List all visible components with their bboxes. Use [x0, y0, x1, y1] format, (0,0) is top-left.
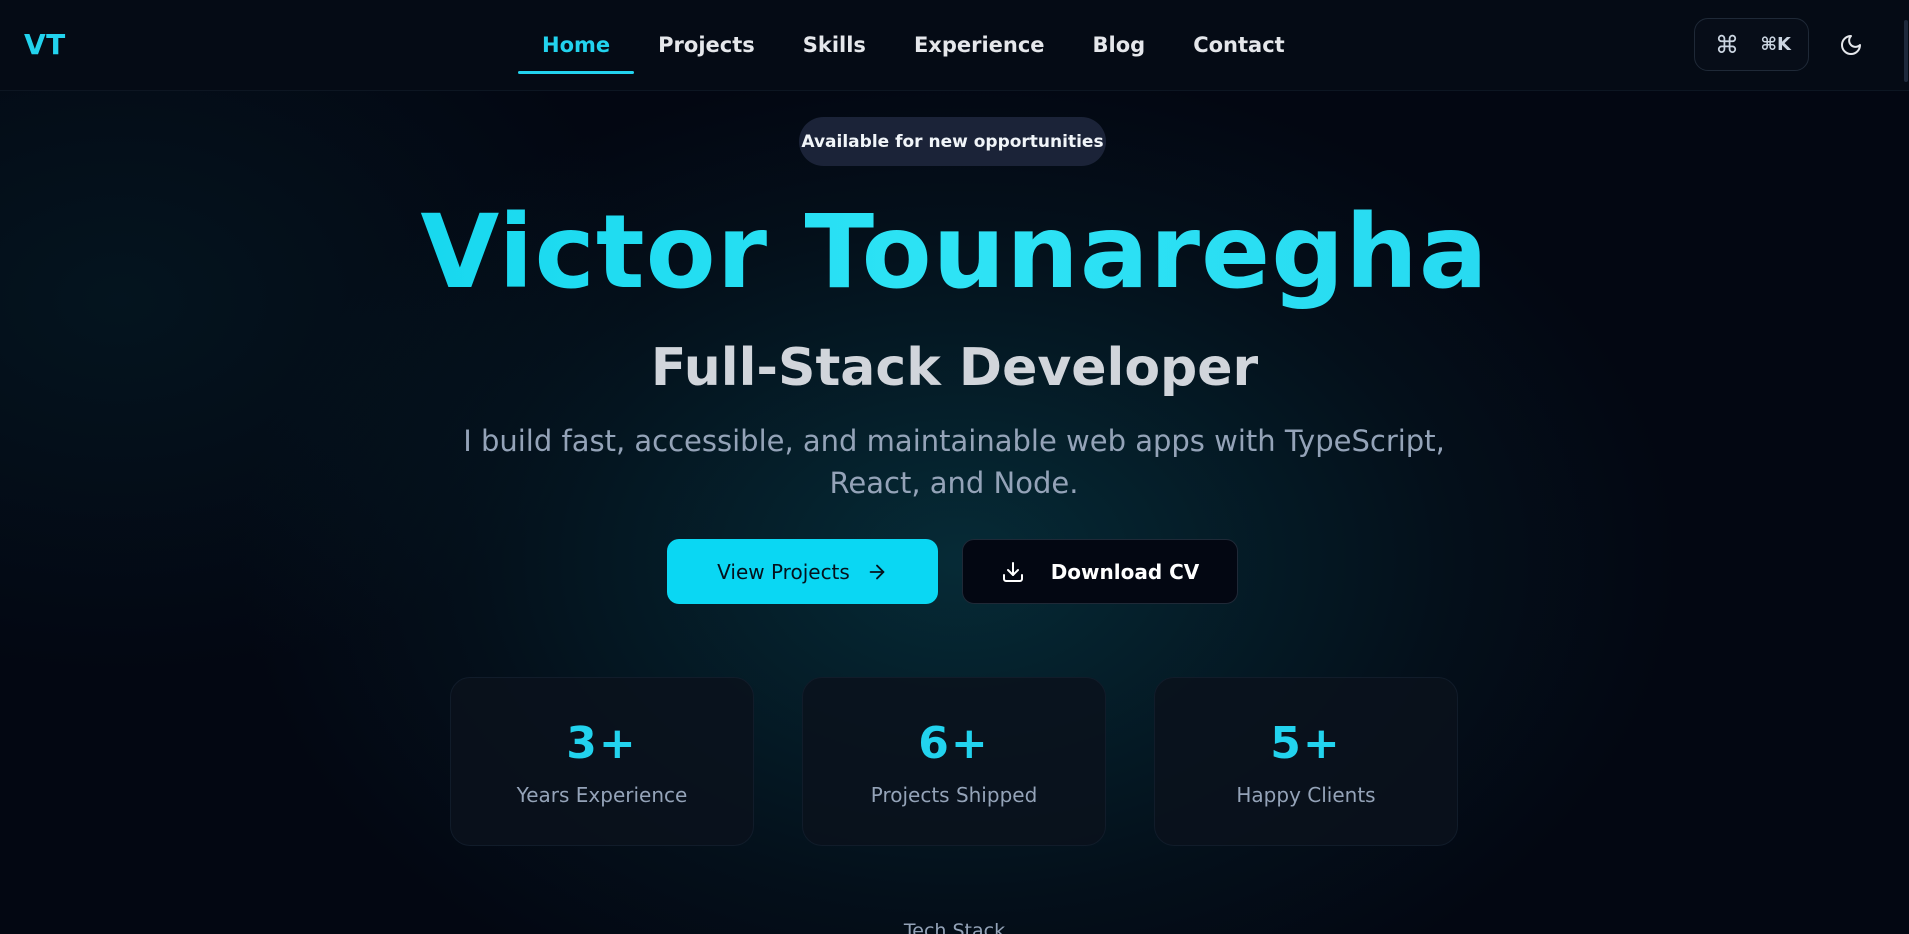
- view-projects-label: View Projects: [717, 559, 850, 584]
- stat-value: 6+: [918, 718, 990, 769]
- nav-links: Home Projects Skills Experience Blog Con…: [518, 0, 1309, 91]
- stat-card-projects-shipped: 6+ Projects Shipped: [802, 677, 1106, 846]
- nav-link-home[interactable]: Home: [518, 0, 635, 91]
- stat-label: Years Experience: [516, 783, 688, 807]
- stat-value: 3+: [566, 718, 638, 769]
- arrow-right-icon: [866, 561, 888, 583]
- download-cv-button[interactable]: Download CV: [962, 539, 1238, 604]
- scrollbar-thumb[interactable]: [1904, 20, 1908, 82]
- hero-name: Victor Tounaregha: [0, 190, 1909, 316]
- command-shortcut: ⌘K: [1760, 34, 1791, 55]
- moon-icon: [1841, 35, 1861, 55]
- download-icon: [1001, 560, 1025, 584]
- navbar: VT Home Projects Skills Experience Blog …: [0, 0, 1909, 91]
- command-icon: ⌘: [1715, 30, 1739, 59]
- stat-card-years-experience: 3+ Years Experience: [450, 677, 754, 846]
- hero-description: I build fast, accessible, and maintainab…: [463, 424, 1445, 500]
- logo[interactable]: VT: [24, 28, 66, 61]
- theme-toggle-button[interactable]: [1834, 28, 1868, 62]
- stat-label: Projects Shipped: [870, 783, 1038, 807]
- nav-link-skills[interactable]: Skills: [779, 0, 890, 91]
- stat-label: Happy Clients: [1236, 783, 1376, 807]
- nav-link-blog[interactable]: Blog: [1069, 0, 1170, 91]
- stat-value: 5+: [1270, 718, 1342, 769]
- nav-link-contact[interactable]: Contact: [1169, 0, 1309, 91]
- hero-role: Full-Stack Developer: [650, 338, 1259, 398]
- tech-stack-heading: Tech Stack: [903, 920, 1006, 934]
- download-cv-label: Download CV: [1050, 559, 1200, 584]
- command-palette-button[interactable]: ⌘ ⌘K: [1694, 18, 1809, 71]
- view-projects-button[interactable]: View Projects: [667, 539, 938, 604]
- availability-badge: Available for new opportunities: [799, 117, 1106, 166]
- page: VT Home Projects Skills Experience Blog …: [0, 0, 1909, 934]
- stat-card-happy-clients: 5+ Happy Clients: [1154, 677, 1458, 846]
- nav-link-experience[interactable]: Experience: [890, 0, 1069, 91]
- nav-link-projects[interactable]: Projects: [634, 0, 779, 91]
